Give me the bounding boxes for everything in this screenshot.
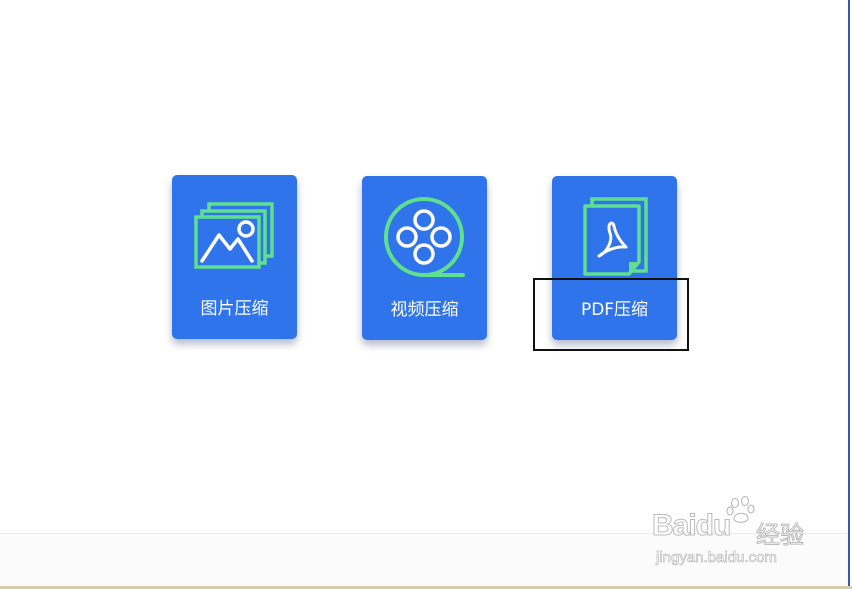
video-compress-button[interactable]: 视频压缩 <box>362 176 487 340</box>
window-right-border <box>848 0 850 589</box>
bottom-panel <box>0 533 848 587</box>
pdf-compress-label: PDF压缩 <box>580 300 649 320</box>
video-compress-label: 视频压缩 <box>390 300 459 320</box>
image-compress-button[interactable]: 图片压缩 <box>172 175 297 339</box>
compression-tool-home: 图片压缩 视频压缩 PDF压缩 Baidu 经验 jingyan.baidu.c… <box>0 0 852 589</box>
paw-icon <box>726 496 755 523</box>
image-stack-icon <box>194 202 274 269</box>
pdf-document-icon <box>583 197 648 276</box>
image-compress-label: 图片压缩 <box>200 299 269 319</box>
film-reel-icon <box>384 197 465 277</box>
pdf-compress-button[interactable]: PDF压缩 <box>552 176 677 340</box>
